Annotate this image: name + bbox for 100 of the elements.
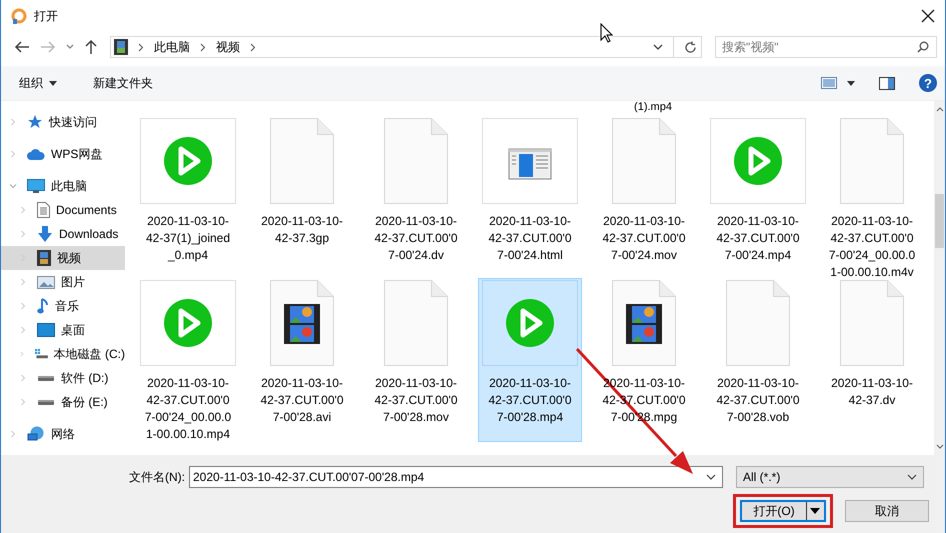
sidebar-item[interactable]: 备份 (E:)	[1, 390, 125, 414]
film-icon	[37, 250, 51, 266]
sidebar-item[interactable]: 网络	[1, 422, 125, 446]
new-folder-button[interactable]: 新建文件夹	[87, 70, 159, 96]
scroll-thumb[interactable]	[935, 194, 944, 248]
file-name: 2020-11-03-10- 42-37.CUT.00'0 7-00'28.avi	[260, 375, 344, 426]
file-type-dropdown[interactable]: All (*.*)	[736, 466, 924, 488]
search-icon	[917, 41, 929, 53]
scroll-up-icon[interactable]	[936, 107, 944, 112]
blank-file-icon	[840, 280, 904, 366]
organize-menu-button[interactable]: 组织	[13, 70, 63, 96]
file-name: 2020-11-03-10- 42-37.CUT.00'0 7-00'24_00.00.0 1-00.00.10.mp4	[144, 375, 232, 443]
file-name: 2020-11-03-10- 42-37.3gp	[261, 213, 343, 247]
chevron-right-icon[interactable]	[19, 326, 27, 334]
help-button[interactable]: ?	[919, 74, 937, 92]
chevron-down-icon[interactable]	[653, 44, 663, 50]
sidebar-item[interactable]: 快速访问	[1, 110, 125, 134]
file-item[interactable]: 2020-11-03-10- 42-37.dv	[820, 278, 924, 442]
file-name: 2020-11-03-10- 42-37.dv	[831, 375, 913, 409]
file-item[interactable]: 2020-11-03-10- 42-37.3gp	[250, 116, 354, 280]
cancel-button[interactable]: 取消	[845, 500, 929, 522]
chevron-right-icon[interactable]	[19, 278, 27, 286]
file-item[interactable]: 2020-11-03-10- 42-37.CUT.00'0 7-00'28.vob	[706, 278, 810, 442]
chevron-right-icon[interactable]	[9, 150, 17, 158]
sidebar-item[interactable]: 本地磁盘 (C:)	[1, 342, 125, 366]
file-item[interactable]: 2020-11-03-10- 42-37.CUT.00'0 7-00'24.dv	[364, 116, 468, 280]
music-note-icon	[37, 298, 49, 314]
file-name: 2020-11-03-10- 42-37(1)_joined _0.mp4	[146, 213, 230, 264]
system-drive-icon	[34, 347, 48, 361]
caret-down-icon[interactable]	[810, 508, 820, 514]
blank-file-icon	[840, 118, 904, 204]
chevron-right-icon[interactable]	[19, 206, 27, 214]
play-thumbnail-icon	[710, 118, 806, 204]
chevron-right-icon[interactable]	[19, 350, 25, 358]
webpage-thumbnail-icon	[482, 118, 578, 204]
blank-file-icon	[384, 118, 448, 204]
file-item[interactable]: 2020-11-03-10- 42-37.CUT.00'0 7-00'24.mov	[592, 116, 696, 280]
caret-down-icon	[49, 80, 57, 86]
breadcrumb[interactable]: 视频	[216, 38, 240, 56]
preview-pane-icon[interactable]	[879, 76, 895, 90]
caret-down-icon[interactable]	[847, 80, 855, 86]
sidebar-item[interactable]: 此电脑	[1, 174, 125, 198]
blank-file-icon	[612, 118, 676, 204]
file-item[interactable]: 2020-11-03-10- 42-37.CUT.00'0 7-00'28.avi	[250, 278, 354, 442]
file-item[interactable]: 2020-11-03-10- 42-37.CUT.00'0 7-00'28.mov	[364, 278, 468, 442]
file-item[interactable]: 2020-11-03-10- 42-37.CUT.00'0 7-00'24.mp4	[706, 116, 810, 280]
sidebar-item[interactable]: WPS网盘	[1, 142, 125, 166]
close-icon[interactable]	[921, 9, 935, 23]
chevron-down-icon[interactable]	[706, 474, 716, 480]
chevron-right-icon	[138, 42, 144, 52]
window-title: 打开	[34, 8, 59, 24]
sidebar-item[interactable]: 视频	[1, 246, 125, 270]
play-thumbnail-icon	[482, 280, 578, 366]
file-name: 2020-11-03-10- 42-37.CUT.00'0 7-00'24.mov	[602, 213, 686, 264]
file-name: (1).mp4	[633, 101, 673, 114]
video-file-icon	[612, 280, 676, 366]
sidebar-item[interactable]: 软件 (D:)	[1, 366, 125, 390]
cloud-icon	[27, 147, 45, 161]
file-name: 2020-11-03-10- 42-37.CUT.00'0 7-00'28.mp4	[488, 375, 572, 426]
chevron-right-icon[interactable]	[19, 230, 27, 238]
film-folder-icon	[114, 39, 128, 55]
play-thumbnail-icon	[140, 118, 236, 204]
file-name: 2020-11-03-10- 42-37.CUT.00'0 7-00'24.html	[488, 213, 572, 264]
chevron-right-icon[interactable]	[19, 302, 27, 310]
breadcrumb[interactable]: 此电脑	[154, 38, 190, 56]
up-arrow-icon[interactable]	[84, 39, 98, 55]
chevron-right-icon[interactable]	[9, 118, 17, 126]
picture-icon	[37, 276, 55, 288]
chevron-right-icon	[250, 42, 256, 52]
sidebar-item[interactable]: Downloads	[1, 222, 125, 246]
file-item[interactable]: 2020-11-03-10- 42-37.CUT.00'0 7-00'24.html	[478, 116, 582, 280]
chevron-right-icon[interactable]	[19, 374, 27, 382]
file-item[interactable]: 2020-11-03-10- 42-37.CUT.00'0 7-00'24_00.00.0 1-00.00.10.mp4	[136, 278, 240, 442]
address-field[interactable]: 此电脑 视频	[110, 36, 702, 58]
file-item[interactable]: 2020-11-03-10- 42-37(1)_joined _0.mp4	[136, 116, 240, 280]
sidebar-item[interactable]: Documents	[1, 198, 125, 222]
open-button[interactable]: 打开(O)	[740, 500, 826, 522]
back-arrow-icon[interactable]	[14, 40, 30, 54]
sidebar-item[interactable]: 图片	[1, 270, 125, 294]
chevron-right-icon[interactable]	[9, 430, 17, 438]
file-item[interactable]: 2020-11-03-10- 42-37.CUT.00'0 7-00'28.mp4	[478, 278, 582, 442]
refresh-icon[interactable]	[684, 40, 697, 54]
app-icon	[10, 7, 28, 25]
search-field[interactable]: 搜索"视频"	[715, 36, 937, 58]
blank-file-icon	[726, 280, 790, 366]
play-thumbnail-icon	[140, 280, 236, 366]
view-icon[interactable]	[821, 77, 837, 89]
filename-field[interactable]: 2020-11-03-10-42-37.CUT.00'07-00'28.mp4	[189, 466, 723, 488]
file-item[interactable]: 2020-11-03-10- 42-37.CUT.00'0 7-00'24_00.00.0 1-00.00.10.m4v	[820, 116, 924, 280]
blank-file-icon	[270, 118, 334, 204]
sidebar-item[interactable]: 桌面	[1, 318, 125, 342]
blank-file-icon	[384, 280, 448, 366]
mouse-pointer-icon	[600, 23, 613, 43]
sidebar-item[interactable]: 音乐	[1, 294, 125, 318]
file-name: 2020-11-03-10- 42-37.CUT.00'0 7-00'24.dv	[374, 213, 458, 264]
file-name: 2020-11-03-10- 42-37.CUT.00'0 7-00'24.mp4	[716, 213, 800, 264]
chevron-right-icon[interactable]	[19, 398, 27, 406]
video-file-icon	[270, 280, 334, 366]
scroll-down-icon[interactable]	[936, 444, 944, 449]
chevron-right-icon	[200, 42, 206, 52]
